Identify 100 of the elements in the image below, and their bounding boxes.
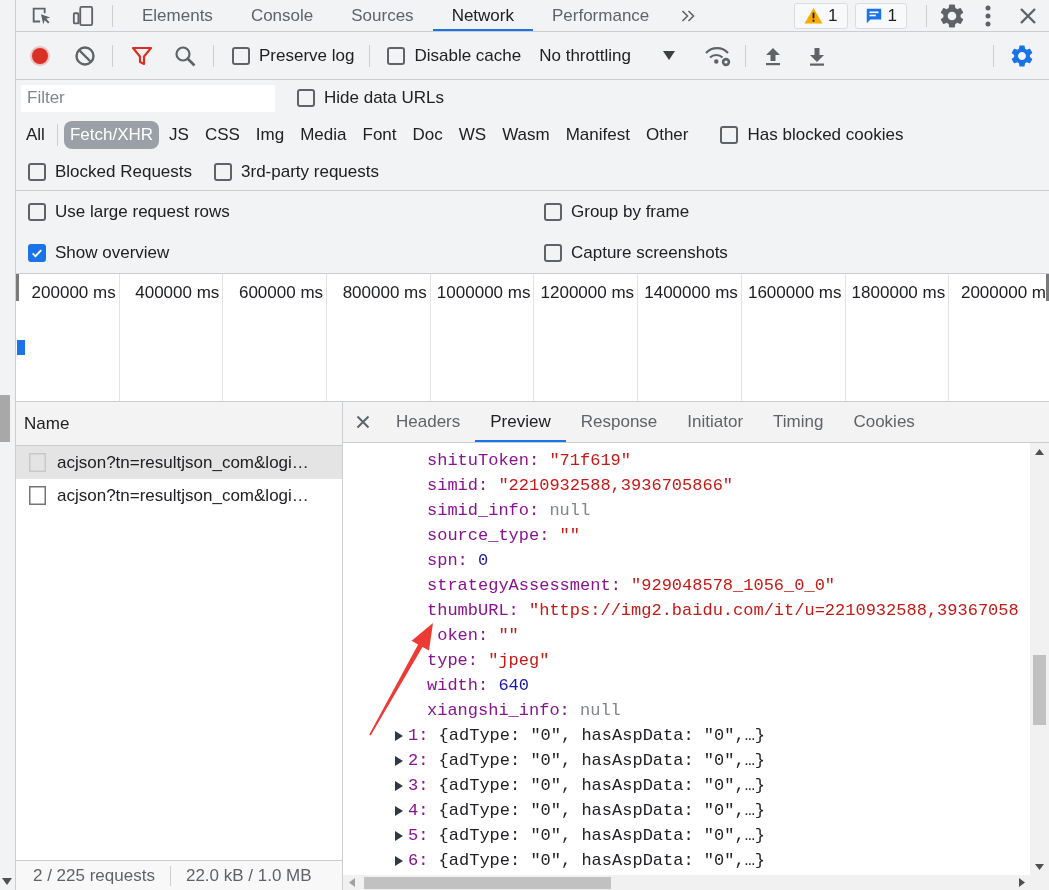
property-key: spn: — [427, 551, 468, 570]
triangle-down-icon[interactable] — [2, 878, 12, 885]
request-row[interactable]: acjson?tn=resultjson_com&logi… — [16, 446, 342, 479]
property-key: strategyAssessment: — [427, 576, 621, 595]
type-filter-button[interactable]: CSS — [198, 121, 246, 149]
devices-icon[interactable] — [72, 4, 94, 27]
time-label: 1400000 ms — [644, 283, 738, 303]
panel-tab[interactable]: Console — [231, 0, 333, 31]
type-filter-button[interactable]: Img — [249, 121, 291, 149]
panel-tab[interactable]: Elements — [123, 0, 232, 31]
status-text: 2 / 225 requests — [33, 865, 155, 886]
triangle-icon[interactable] — [394, 829, 404, 842]
property-value: "https://img2.baidu.com/it/u=2210932588,39367058 — [529, 601, 1019, 620]
triangle-icon[interactable] — [394, 804, 404, 817]
close-icon[interactable] — [1019, 6, 1037, 25]
detail-tab[interactable]: Initiator — [672, 402, 759, 442]
checkbox[interactable] — [544, 202, 562, 221]
entry-summary: {adType: "0", hasAspData: "0",…} — [438, 751, 766, 770]
time-label: 800000 ms — [342, 283, 427, 303]
type-filter-button[interactable]: Doc — [406, 121, 449, 149]
request-name: acjson?tn=resultjson_com&logi… — [57, 452, 309, 473]
filter-input[interactable]: Filter — [21, 84, 275, 112]
checkbox-label: Preserve log — [259, 45, 355, 66]
detail-tab[interactable]: Response — [565, 402, 673, 442]
property-value: 640 — [498, 676, 529, 695]
type-filter-button[interactable]: All — [20, 121, 51, 149]
checkbox-label: Show overview — [55, 242, 170, 263]
triangle-down-icon[interactable] — [1035, 863, 1044, 870]
scrollbar-thumb[interactable] — [364, 876, 611, 889]
time-label: 1600000 ms — [747, 283, 842, 303]
property-value: "929048578_1056_0_0" — [631, 576, 836, 595]
type-filter-button[interactable]: Other — [639, 121, 695, 149]
funnel-icon[interactable] — [131, 44, 153, 67]
request-bar — [17, 340, 25, 355]
checkbox-label: Disable cache — [414, 45, 522, 66]
message-badge[interactable]: 1 — [854, 2, 907, 29]
checkbox[interactable] — [232, 46, 250, 65]
type-filter-button[interactable]: Media — [294, 121, 353, 149]
checkbox[interactable] — [297, 89, 315, 107]
property-value: null — [549, 501, 591, 520]
square-icon — [29, 486, 46, 505]
detail-tab[interactable]: Preview — [475, 402, 566, 442]
close-icon[interactable] — [356, 415, 370, 429]
property-key: thumbURL: — [427, 601, 519, 620]
entry-summary: {adType: "0", hasAspData: "0",…} — [438, 726, 766, 745]
property-key: shituToken: — [427, 451, 540, 470]
property-key: source_type: — [427, 526, 550, 545]
column-header[interactable]: Name — [16, 402, 342, 446]
checkbox-label: Blocked Requests — [55, 162, 193, 182]
panel-tab[interactable]: Performance — [533, 0, 669, 31]
entry-summary: {adType: "0", hasAspData: "0",…} — [438, 826, 766, 845]
property-value: "" — [498, 626, 519, 645]
scrollbar-thumb[interactable] — [0, 395, 10, 442]
triangle-icon[interactable] — [394, 754, 404, 767]
type-filter-button[interactable]: JS — [163, 121, 195, 149]
type-filter-button[interactable]: WS — [452, 121, 493, 149]
warning-badge[interactable]: 1 — [794, 2, 848, 29]
search-icon[interactable] — [174, 44, 196, 67]
property-value: 0 — [478, 551, 489, 570]
triangle-icon[interactable] — [394, 779, 404, 792]
property-value: "" — [559, 526, 580, 545]
panel-tab[interactable]: Sources — [332, 0, 433, 31]
detail-tab[interactable]: Headers — [381, 402, 476, 442]
circle-slash-icon[interactable] — [74, 44, 96, 67]
type-filter-button[interactable]: Font — [356, 121, 403, 149]
entry-summary: {adType: "0", hasAspData: "0",…} — [438, 851, 766, 870]
gear-icon[interactable] — [1011, 44, 1033, 67]
triangle-right-icon[interactable] — [1018, 878, 1025, 887]
property-key: type: — [427, 651, 478, 670]
triangle-icon[interactable] — [394, 854, 404, 867]
time-label: 1000000 ms — [436, 283, 531, 303]
detail-tab[interactable]: Cookies — [838, 402, 930, 442]
checkbox[interactable] — [720, 126, 739, 144]
checkbox[interactable] — [387, 46, 406, 65]
gear-icon[interactable] — [940, 3, 964, 28]
checkbox[interactable] — [28, 163, 46, 181]
range-handle[interactable] — [16, 274, 19, 301]
wifi-gear-icon[interactable] — [704, 44, 731, 67]
checkbox[interactable] — [28, 202, 46, 221]
triangle-up-icon[interactable] — [1035, 448, 1044, 455]
type-filter-button[interactable]: Manifest — [559, 121, 636, 149]
entry-key: 2: — [408, 751, 429, 770]
property-key: simid: — [427, 476, 489, 495]
vertical-dots-icon[interactable] — [985, 4, 991, 27]
property-value: "2210932588,3936705866" — [498, 476, 734, 495]
triangle-icon[interactable] — [394, 729, 404, 742]
time-label: 1200000 ms — [540, 283, 635, 303]
time-label: 200000 ms — [31, 283, 116, 303]
type-filter-button[interactable]: Wasm — [496, 121, 556, 149]
checkbox[interactable] — [214, 163, 233, 181]
request-row[interactable]: acjson?tn=resultjson_com&logi… — [16, 479, 342, 512]
entry-summary: {adType: "0", hasAspData: "0",…} — [438, 776, 766, 795]
record-icon[interactable] — [29, 44, 51, 67]
checkbox[interactable] — [28, 243, 46, 262]
throttling-dropdown[interactable]: No throttling — [539, 45, 675, 66]
entry-key: 1: — [408, 726, 429, 745]
range-handle[interactable] — [1046, 274, 1049, 301]
scrollbar-thumb[interactable] — [1033, 655, 1046, 725]
detail-tab[interactable]: Timing — [758, 402, 839, 442]
checkbox[interactable] — [544, 243, 562, 262]
